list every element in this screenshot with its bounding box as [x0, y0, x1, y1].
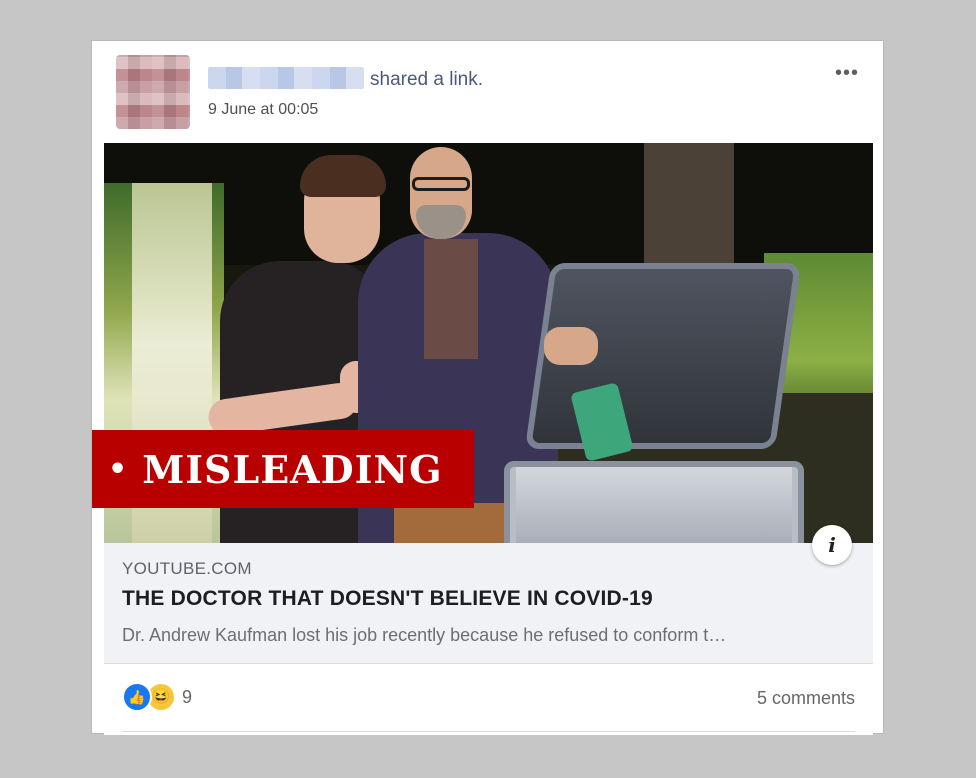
more-options-icon[interactable]: •••	[835, 63, 859, 83]
info-icon[interactable]: i	[812, 525, 852, 565]
label-text: MISLEADING	[142, 446, 443, 492]
misleading-label: • MISLEADING	[92, 430, 474, 508]
link-preview[interactable]: YOUTUBE.COM THE DOCTOR THAT DOESN'T BELI…	[104, 543, 873, 664]
comments-count-link[interactable]: 5 comments	[757, 688, 855, 709]
footer-divider	[122, 731, 855, 732]
post-timestamp[interactable]: 9 June at 00:05	[208, 100, 318, 120]
young-man-hair	[300, 155, 386, 197]
doctor-shirt	[424, 239, 478, 359]
like-reaction-icon: 👍	[122, 682, 152, 712]
author-name-blurred[interactable]	[208, 67, 364, 89]
facebook-post: shared a link. 9 June at 00:05 ••• i YOU…	[104, 43, 873, 735]
doctor-glasses	[412, 177, 470, 191]
reaction-count: 9	[182, 686, 193, 707]
trash-bag	[516, 467, 792, 543]
link-headline[interactable]: THE DOCTOR THAT DOESN'T BELIEVE IN COVID…	[122, 587, 653, 611]
link-description: Dr. Andrew Kaufman lost his job recently…	[122, 625, 727, 645]
post-action-text: shared a link.	[370, 69, 484, 90]
link-domain: YOUTUBE.COM	[122, 559, 252, 578]
reaction-summary[interactable]: 👍 😆 9	[122, 682, 193, 712]
label-bullet: •	[108, 451, 129, 487]
doctor-hand	[544, 327, 598, 365]
avatar-pixelation	[116, 55, 190, 129]
screenshot-frame: shared a link. 9 June at 00:05 ••• i YOU…	[91, 40, 884, 735]
avatar[interactable]	[116, 55, 190, 129]
